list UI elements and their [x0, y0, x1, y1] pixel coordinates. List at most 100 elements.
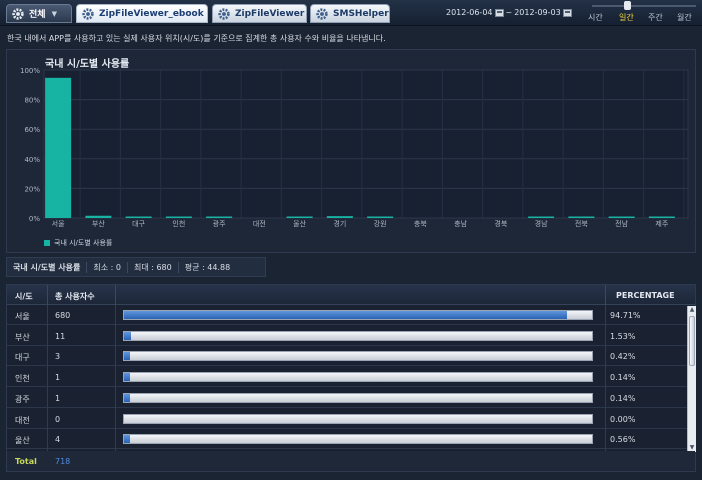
summary-strip: 국내 시/도별 사용률 최소 : 0 최대 : 680 평균 : 44.88 — [6, 257, 266, 277]
header-divider — [115, 285, 116, 305]
x-tick-label: 경북 — [494, 219, 507, 228]
percentage-bar — [123, 310, 593, 320]
cell-region: 부산 — [15, 332, 30, 342]
header-count[interactable]: 총 사용자수 — [55, 291, 95, 302]
x-tick-label: 경남 — [535, 219, 548, 228]
y-tick-label: 20% — [24, 185, 40, 193]
bar — [125, 216, 152, 218]
header-percentage[interactable]: PERCENTAGE — [616, 291, 675, 300]
table-scrollbar[interactable]: ▲ ▼ — [687, 306, 696, 452]
header-divider — [605, 285, 606, 305]
x-tick-label: 광주 — [213, 220, 226, 228]
bar — [367, 216, 394, 218]
percentage-bar — [123, 392, 593, 403]
column-divider — [605, 305, 606, 451]
y-tick-label: 80% — [24, 97, 40, 105]
scroll-up-arrow-icon[interactable]: ▲ — [688, 306, 696, 314]
y-tick-label: 60% — [24, 126, 40, 134]
cell-count: 1 — [55, 373, 61, 383]
percentage-bar — [123, 434, 593, 445]
cell-region: 인천 — [15, 374, 30, 384]
region-table: 시/도 총 사용자수 PERCENTAGE 서울 680 94.71% 부산 11 1.5… — [6, 284, 696, 472]
table-row[interactable]: 인천 1 0.14% — [7, 368, 689, 388]
percentage-bar-fill — [124, 331, 132, 340]
cell-percentage: 0.56% — [610, 435, 636, 445]
percentage-bar-fill — [124, 373, 130, 382]
cell-count: 11 — [55, 331, 66, 341]
x-tick-label: 인천 — [172, 219, 185, 228]
cell-percentage: 1.53% — [610, 331, 636, 341]
total-value: 718 — [55, 457, 71, 466]
cell-percentage: 0.14% — [610, 393, 636, 403]
cell-count: 1 — [55, 393, 61, 403]
bar — [528, 216, 555, 218]
x-tick-label: 울산 — [293, 219, 306, 228]
total-label: Total — [15, 457, 37, 466]
percentage-bar — [123, 330, 593, 341]
x-tick-label: 강원 — [374, 219, 387, 228]
plot-area — [43, 69, 689, 219]
table-row[interactable]: 서울 680 94.71% — [7, 306, 689, 325]
x-tick-label: 서울 — [52, 219, 65, 228]
x-tick-label: 전북 — [575, 219, 588, 228]
x-tick-label: 충북 — [414, 219, 427, 228]
bar — [45, 77, 72, 219]
bar — [165, 216, 192, 218]
x-tick-label: 제주 — [655, 220, 668, 228]
y-tick-label: 100% — [20, 67, 40, 75]
cell-region: 울산 — [15, 436, 30, 446]
x-tick-label: 대구 — [132, 220, 145, 228]
chart-title: 국내 시/도별 사용률 — [45, 59, 130, 70]
cell-count: 4 — [55, 435, 61, 445]
bar — [286, 216, 313, 218]
summary-avg: 평균 : 44.88 — [177, 261, 236, 273]
x-tick-label: 대전 — [253, 219, 266, 228]
scroll-thumb[interactable] — [689, 316, 695, 366]
x-tick-label: 경기 — [333, 219, 346, 228]
bar — [568, 216, 595, 218]
percentage-bar-fill — [124, 435, 130, 444]
y-tick-label: 40% — [24, 156, 40, 164]
cell-percentage: 0.00% — [610, 414, 636, 424]
cell-region: 광주 — [15, 394, 30, 404]
x-tick-label: 부산 — [92, 219, 105, 228]
header-region[interactable]: 시/도 — [15, 291, 33, 302]
table-row[interactable]: 울산 4 0.56% — [7, 430, 689, 450]
percentage-bar — [123, 413, 593, 424]
cell-region: 서울 — [15, 312, 30, 321]
cell-count: 0 — [55, 414, 61, 424]
x-tick-label: 전남 — [615, 219, 628, 228]
chart-legend: 국내 시/도별 사용률 — [44, 238, 112, 248]
cell-region: 대구 — [15, 353, 30, 363]
column-divider — [47, 305, 48, 451]
table-row[interactable]: 부산 11 1.53% — [7, 327, 689, 346]
bar — [648, 216, 675, 218]
x-tick-label: 충남 — [454, 219, 467, 228]
column-divider — [115, 305, 116, 451]
bar — [206, 216, 233, 218]
summary-title: 국내 시/도별 사용률 — [13, 262, 81, 272]
cell-percentage: 0.14% — [610, 373, 636, 383]
bar — [326, 216, 353, 218]
bar — [608, 216, 635, 218]
percentage-bar — [123, 351, 593, 362]
header-divider — [47, 285, 48, 305]
cell-count: 680 — [55, 311, 71, 320]
cell-percentage: 94.71% — [610, 311, 641, 320]
cell-region: 대전 — [15, 415, 30, 425]
table-row[interactable]: 대구 3 0.42% — [7, 347, 689, 367]
table-row[interactable]: 대전 0 0.00% — [7, 410, 689, 429]
percentage-bar-fill — [124, 352, 130, 361]
table-row[interactable]: 광주 1 0.14% — [7, 389, 689, 408]
percentage-bar-fill — [124, 311, 568, 319]
cell-percentage: 0.42% — [610, 352, 636, 362]
usage-bar-chart: 0% 20% 40% 60% 80% 100% 서울 부산 대구 인천 광주 대전 울산 경기 강원 충북 충남… — [20, 67, 689, 228]
y-tick-label: 0% — [29, 215, 40, 223]
cell-count: 3 — [55, 352, 61, 362]
total-row: Total 718 — [7, 451, 695, 471]
summary-max: 최대 : 680 — [126, 261, 178, 273]
legend-swatch — [44, 240, 50, 246]
legend-label: 국내 시/도별 사용률 — [54, 239, 113, 247]
percentage-bar — [123, 372, 593, 383]
summary-min: 최소 : 0 — [86, 261, 127, 273]
